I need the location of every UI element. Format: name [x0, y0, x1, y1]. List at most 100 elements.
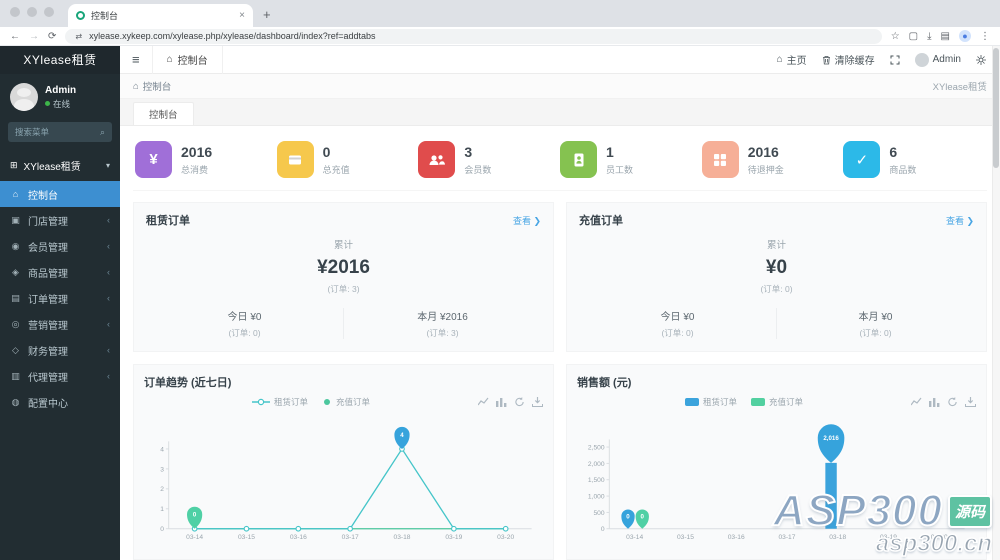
- svg-text:1,000: 1,000: [588, 493, 605, 500]
- browser-tab[interactable]: 控制台 ×: [68, 4, 253, 27]
- sidebar-item-goods[interactable]: ◈ 商品管理 ‹: [0, 259, 120, 285]
- stat-value: 6: [889, 143, 898, 160]
- extension-icon[interactable]: ▢: [909, 31, 918, 42]
- svg-text:0: 0: [193, 512, 197, 519]
- recharge-month: 本月 ¥0: [858, 312, 893, 323]
- charts-row: 订单趋势 (近七日) 租赁订单 充值订单 0 1 2 3 4 03-14 03-15 03-16 03…: [133, 364, 987, 560]
- sidebar-item-config[interactable]: ◍ 配置中心: [0, 389, 120, 415]
- chart-toolbox: [478, 397, 543, 407]
- sidebar-item-marketing[interactable]: ◎ 营销管理 ‹: [0, 311, 120, 337]
- dashboard-content: ¥2016 总消费 0 总充值 3 会员数 1 员工数 2016 待退押金 ✓ 6 商品数 租赁订单 查…: [120, 126, 1000, 560]
- page-scrollbar[interactable]: [992, 46, 1000, 560]
- sidebar-item-finance[interactable]: ◇ 财务管理 ‹: [0, 337, 120, 363]
- svg-text:1: 1: [160, 506, 164, 513]
- recharge-month-orders: (订单: 0): [859, 328, 892, 338]
- new-tab-button[interactable]: +: [263, 7, 271, 27]
- legend-item[interactable]: 租赁订单: [251, 396, 308, 408]
- toolbox-bar-chart-icon[interactable]: [929, 397, 940, 407]
- settings-button[interactable]: [976, 54, 986, 65]
- breadcrumb-app-name: XYlease租赁: [932, 82, 987, 93]
- url-text: xylease.xykeep.com/xylease.php/xylease/d…: [89, 31, 376, 41]
- toolbox-bar-chart-icon[interactable]: [496, 397, 507, 407]
- browser-menu-icon[interactable]: ⋮: [980, 31, 990, 42]
- sidebar-section-header[interactable]: ⊞ XYlease租赁 ▾: [0, 150, 120, 181]
- recharge-today: 今日 ¥0: [660, 312, 695, 323]
- chevron-left-icon: ‹: [107, 267, 110, 277]
- bookmark-star-icon[interactable]: ☆: [891, 31, 900, 42]
- download-icon[interactable]: ⤓: [927, 31, 931, 42]
- legend-item[interactable]: 租赁订单: [684, 396, 737, 408]
- stat-value: 0: [322, 143, 331, 160]
- home-icon: ⌂: [776, 54, 783, 65]
- svg-text:0: 0: [160, 526, 164, 533]
- toolbox-save-image-icon[interactable]: [965, 397, 976, 407]
- menu-search-placeholder: 搜索菜单: [15, 127, 50, 137]
- back-icon[interactable]: ←: [10, 31, 20, 42]
- sidebar-item-store[interactable]: ▣ 门店管理 ‹: [0, 207, 120, 233]
- toolbox-line-chart-icon[interactable]: [911, 397, 922, 407]
- sidebar-item-members[interactable]: ◉ 会员管理 ‹: [0, 233, 120, 259]
- config-icon: ◍: [11, 396, 20, 407]
- rental-month-orders: (订单: 3): [426, 328, 459, 338]
- dashboard-icon: ⌂: [12, 189, 19, 199]
- reload-icon[interactable]: ⟳: [48, 31, 56, 42]
- recharge-view-link[interactable]: 查看 ❯: [946, 214, 974, 227]
- home-icon: ⌂: [166, 54, 173, 65]
- toolbox-line-chart-icon[interactable]: [478, 397, 489, 407]
- screen: 控制台 × + ← → ⟳ ⇄ xylease.xykeep.com/xylea…: [0, 0, 1000, 560]
- stat-label: 商品数: [889, 164, 917, 175]
- orders-icon: ▤: [11, 292, 20, 303]
- main-area: ≡ ⌂ 控制台 ⌂ 主页 清除缓存 Admin ⌂ 控制台 XYlease租赁 …: [120, 45, 1000, 560]
- scrollbar-thumb[interactable]: [993, 48, 999, 168]
- window-zoom-button[interactable]: [44, 6, 54, 17]
- content-tab-dashboard[interactable]: 控制台: [133, 102, 194, 125]
- toolbox-save-image-icon[interactable]: [532, 397, 543, 407]
- chevron-left-icon: ‹: [107, 345, 110, 355]
- chart-toolbox: [911, 397, 976, 407]
- fullscreen-toggle[interactable]: [890, 55, 900, 65]
- profile-avatar-icon[interactable]: ●: [959, 30, 971, 42]
- reading-list-icon[interactable]: ▤: [941, 31, 950, 42]
- chevron-down-icon: ▾: [105, 161, 110, 170]
- navbar-tab-dashboard[interactable]: ⌂ 控制台: [151, 45, 223, 74]
- toolbox-restore-icon[interactable]: [514, 397, 525, 407]
- site-favicon: [76, 11, 85, 20]
- toolbox-restore-icon[interactable]: [947, 397, 958, 407]
- user-panel: Admin 在线: [0, 74, 120, 118]
- menu-search-input[interactable]: 搜索菜单 ⌕: [8, 122, 112, 142]
- chevron-left-icon: ‹: [107, 241, 110, 251]
- svg-text:1,500: 1,500: [588, 477, 605, 484]
- sidebar-item-orders[interactable]: ▤ 订单管理 ‹: [0, 285, 120, 311]
- navbar-user-menu[interactable]: Admin: [914, 52, 961, 67]
- address-bar[interactable]: ⇄ xylease.xykeep.com/xylease.php/xylease…: [65, 28, 882, 44]
- window-controls[interactable]: [10, 0, 54, 27]
- chevron-left-icon: ‹: [107, 319, 110, 329]
- rental-total-label: 累计: [333, 240, 353, 251]
- stat-label: 待退押金: [747, 164, 784, 175]
- stat-label: 总充值: [322, 164, 350, 175]
- home-link[interactable]: ⌂ 主页: [777, 52, 807, 67]
- svg-text:0: 0: [601, 526, 605, 533]
- legend-item[interactable]: 充值订单: [322, 396, 370, 408]
- rental-view-link[interactable]: 查看 ❯: [513, 214, 541, 227]
- svg-text:4: 4: [400, 432, 404, 439]
- window-minimize-button[interactable]: [27, 6, 37, 17]
- order-trend-chart-panel: 订单趋势 (近七日) 租赁订单 充值订单 0 1 2 3 4 03-14 03-15 03-16 03…: [133, 364, 554, 560]
- svg-text:2: 2: [160, 486, 164, 493]
- forward-icon[interactable]: →: [29, 31, 39, 42]
- sidebar-item-dashboard[interactable]: ⌂ 控制台: [0, 181, 120, 207]
- members-icon: ◉: [11, 240, 20, 251]
- svg-text:03-20: 03-20: [931, 534, 948, 541]
- tab-close-icon[interactable]: ×: [239, 10, 245, 21]
- stat-yen: ¥2016 总消费: [135, 141, 277, 178]
- clear-cache-link[interactable]: 清除缓存: [822, 52, 875, 67]
- window-close-button[interactable]: [10, 6, 20, 17]
- agent-icon: ▥: [11, 370, 20, 381]
- user-name: Admin: [45, 84, 77, 96]
- sidebar-item-agent[interactable]: ▥ 代理管理 ‹: [0, 363, 120, 389]
- legend-item[interactable]: 充值订单: [751, 396, 803, 408]
- navbar-avatar: [914, 52, 929, 67]
- goods-icon: ◈: [12, 266, 19, 277]
- hamburger-icon[interactable]: ≡: [120, 52, 152, 67]
- chevron-left-icon: ‹: [107, 215, 110, 225]
